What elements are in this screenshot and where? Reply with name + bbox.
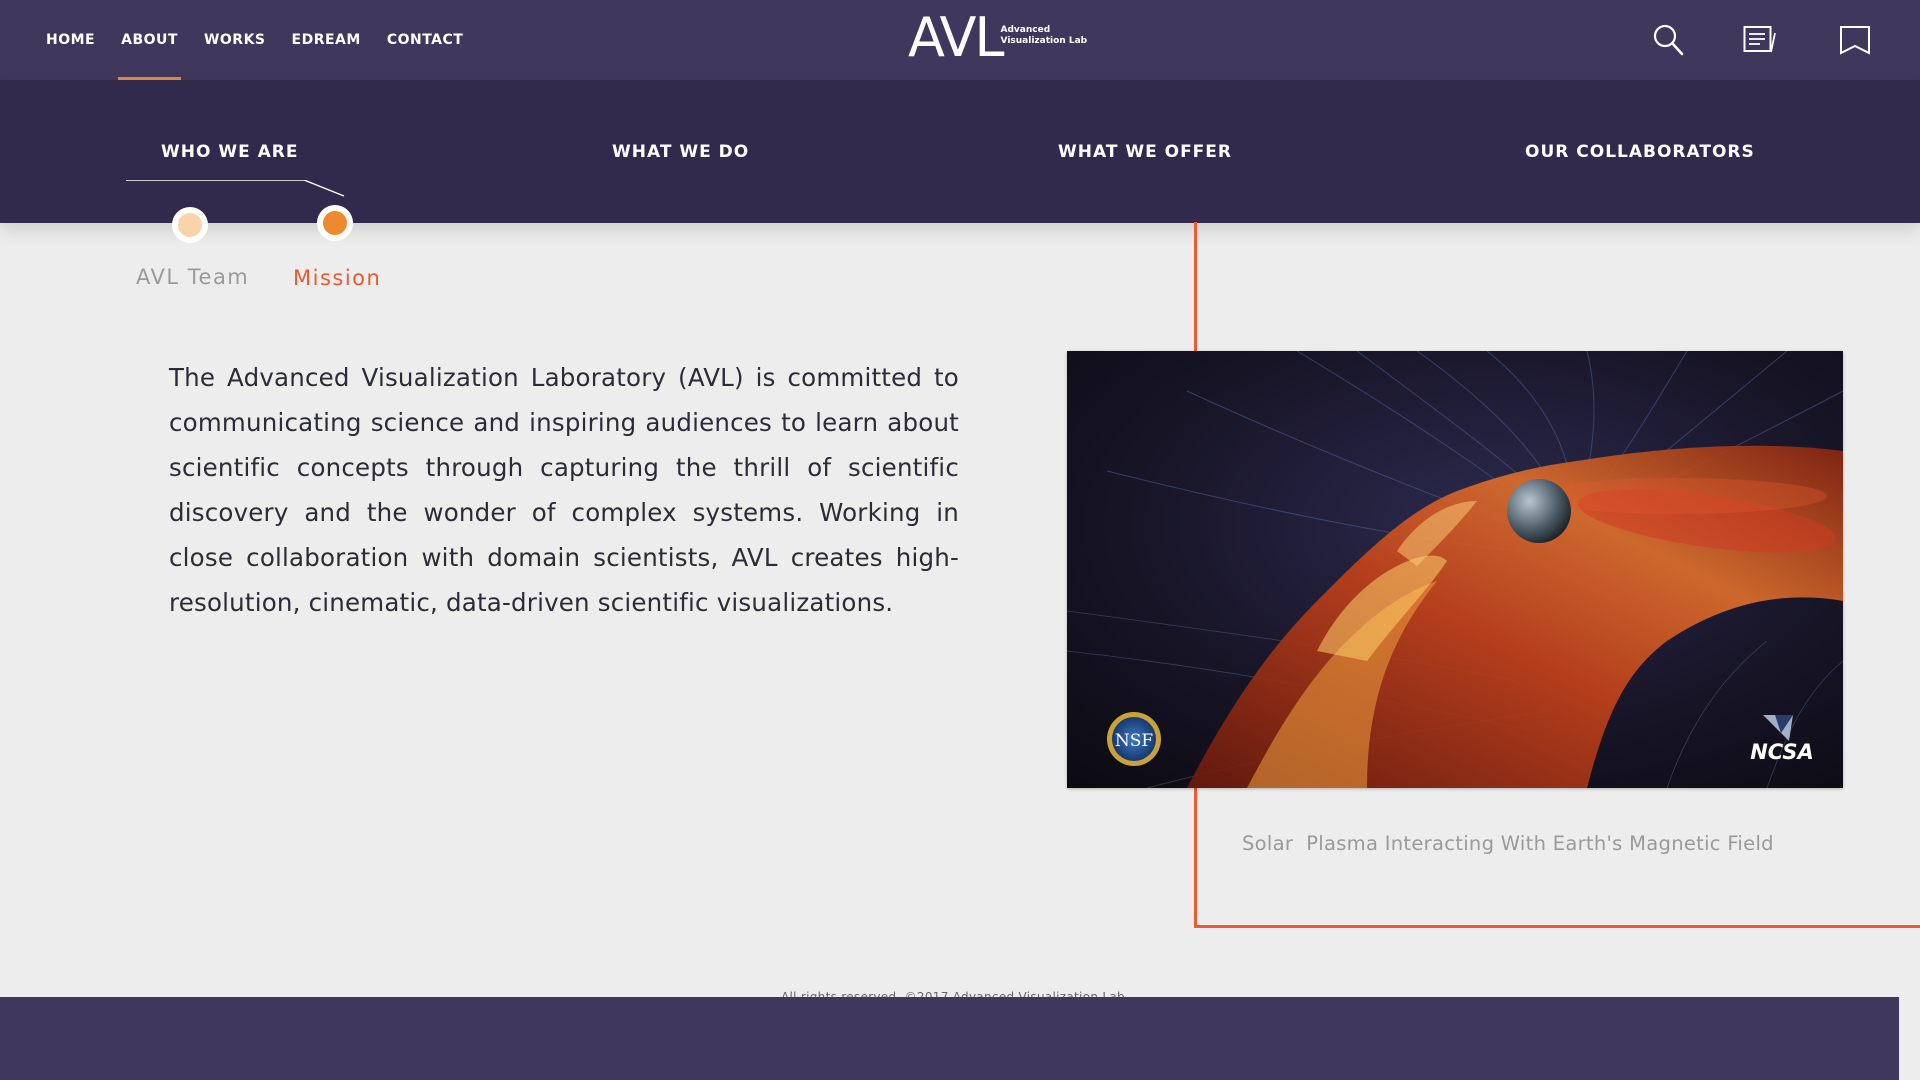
logo-line-2: Visualization Lab — [1000, 36, 1088, 46]
avl-logo[interactable]: AVL Advanced Visualization Lab — [908, 6, 1088, 69]
logo-subtitle: Advanced Visualization Lab — [1001, 25, 1088, 47]
top-navigation-bar: HOME ABOUT WORKS EDREAM CONTACT AVL Adva… — [0, 0, 1920, 80]
step-dot-avl-team[interactable] — [172, 207, 208, 243]
figure-caption: Solar Plasma Interacting With Earth's Ma… — [1242, 832, 1774, 855]
search-icon[interactable] — [1651, 22, 1687, 58]
step-label-avl-team[interactable]: AVL Team — [136, 265, 249, 289]
step-label-mission[interactable]: Mission — [293, 266, 381, 290]
logo-line-1: Advanced — [1000, 25, 1051, 35]
main-nav: HOME ABOUT WORKS EDREAM CONTACT — [46, 0, 489, 80]
step-dot-mission[interactable] — [317, 205, 353, 241]
solar-plasma-image[interactable]: NSF NCSA — [1067, 351, 1843, 788]
tab-our-collaborators[interactable]: OUR COLLABORATORS — [1525, 142, 1755, 162]
logo-mark: AVL — [908, 6, 1005, 69]
nav-about[interactable]: ABOUT — [118, 0, 181, 80]
bookmark-icon[interactable] — [1838, 22, 1874, 58]
footer-bar — [0, 997, 1899, 1080]
svg-text:NSF: NSF — [1115, 731, 1154, 751]
tab-what-we-offer[interactable]: WHAT WE OFFER — [1058, 142, 1232, 162]
news-icon[interactable] — [1742, 22, 1778, 58]
nav-works[interactable]: WORKS — [204, 0, 266, 80]
svg-text:NCSA: NCSA — [1750, 740, 1814, 764]
active-tab-underline — [126, 180, 345, 197]
tab-who-we-are[interactable]: WHO WE ARE — [161, 142, 299, 162]
mission-statement: The Advanced Visualization Laboratory (A… — [169, 363, 959, 617]
nav-edream[interactable]: EDREAM — [292, 0, 361, 80]
tab-what-we-do[interactable]: WHAT WE DO — [612, 142, 749, 162]
nav-contact[interactable]: CONTACT — [387, 0, 464, 80]
nav-home[interactable]: HOME — [46, 0, 95, 80]
nsf-logo: NSF — [1107, 712, 1161, 766]
